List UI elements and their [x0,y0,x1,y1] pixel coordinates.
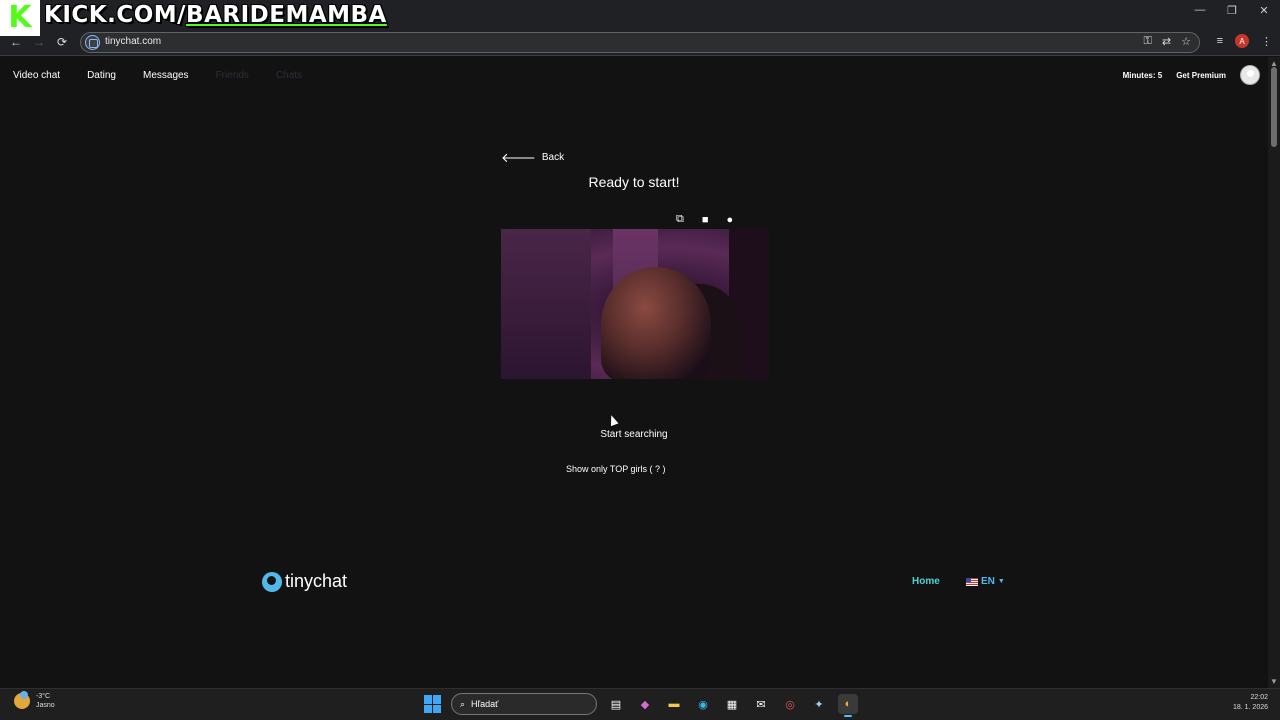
weather-widget[interactable]: -3°C Jasno [14,691,55,710]
app-icon[interactable]: ◎ [780,694,800,714]
edge-icon[interactable]: ◉ [693,694,713,714]
omnibox-actions: ⚿ ⇄ ☆ [1144,35,1191,48]
weather-icon [14,691,30,709]
language-selector[interactable]: EN ▼ [966,576,1005,587]
close-icon[interactable]: ✕ [1248,4,1280,17]
browser-toolbar: ← → ⟳ tinychat.com ⚿ ⇄ ☆ ≡ A ⋮ [0,30,1280,56]
minutes-counter: Minutes: 5 [1122,70,1163,80]
camera-controls: ⧉ ■ ● [676,213,733,226]
start-searching-button[interactable]: Start searching [0,429,1268,440]
top-nav: Video chat Dating Messages Friends Chats [13,70,302,81]
bookmark-star-icon[interactable]: ☆ [1181,35,1191,48]
overlay-prefix: KICK.COM/ [44,2,187,28]
tinychat-logo-icon [262,571,282,592]
us-flag-icon [966,577,978,586]
footer-logo[interactable]: tinychat [262,571,347,592]
language-code: EN [981,576,995,587]
reload-icon[interactable]: ⟳ [57,35,67,49]
site-info-icon[interactable] [85,35,100,50]
taskbar-apps: ⌕ Hľadať ▤ ◆ ▬ ◉ ▦ ✉ ◎ ✦ ◐ [424,693,858,717]
clock-date: 18. 1. 2026 [1232,704,1268,711]
store-icon[interactable]: ▦ [722,694,742,714]
menu-kebab-icon[interactable]: ⋮ [1261,35,1272,48]
video-camera-icon[interactable]: ■ [702,214,709,226]
taskbar: -3°C Jasno ⌕ Hľadať ▤ ◆ ▬ ◉ ▦ ✉ ◎ ✦ ◐ 22… [0,688,1280,720]
temperature: -3°C [36,693,51,700]
search-icon: ⌕ [460,698,466,709]
webcam-preview [501,229,769,379]
caret-down-icon: ▼ [997,578,1005,585]
mouse-cursor-icon [607,413,619,427]
file-explorer-icon[interactable]: ▬ [664,694,684,714]
top-girls-filter[interactable]: Show only TOP girls ( ? ) [566,464,666,474]
back-button[interactable]: 🡐 Back [501,151,564,164]
stream-overlay-text: KICK.COM/BARIDEMAMBA [44,2,387,28]
minimize-icon[interactable]: — [1184,4,1216,17]
password-key-icon[interactable]: ⚿ [1144,35,1152,48]
mirror-icon[interactable]: ⧉ [676,213,684,226]
back-nav-icon[interactable]: ← [10,35,22,49]
windows-start-icon[interactable] [424,695,442,713]
nav-video-chat[interactable]: Video chat [13,70,60,81]
search-placeholder: Hľadať [471,699,499,709]
weather-condition: Jasno [36,702,55,709]
steam-icon[interactable]: ✦ [809,694,829,714]
user-avatar[interactable] [1240,65,1260,85]
microphone-icon[interactable]: ● [727,214,734,226]
address-url[interactable]: tinychat.com [105,36,161,47]
scroll-down-icon[interactable]: ▼ [1270,677,1278,686]
clock-time: 22:02 [1250,694,1268,701]
nav-dating[interactable]: Dating [87,70,116,81]
system-clock[interactable]: 22:02 18. 1. 2026 [1233,693,1268,713]
profile-avatar[interactable]: A [1235,34,1249,48]
footer-home-link[interactable]: Home [912,576,940,587]
maximize-icon[interactable]: ❐ [1216,4,1248,17]
translate-icon[interactable]: ⇄ [1162,35,1171,48]
nav-faded-item[interactable]: Friends [216,70,249,81]
chrome-icon[interactable]: ◐ [838,694,858,717]
scroll-thumb[interactable] [1271,67,1277,147]
window-controls: — ❐ ✕ [1184,4,1280,17]
page: Video chat Dating Messages Friends Chats… [0,57,1268,688]
page-scrollbar[interactable]: ▲ ▼ [1268,57,1280,688]
nav-faded-item[interactable]: Chats [276,70,302,81]
nav-messages[interactable]: Messages [143,70,189,81]
address-bar[interactable]: tinychat.com ⚿ ⇄ ☆ [80,32,1200,53]
page-title: Ready to start! [588,174,680,190]
taskbar-search[interactable]: ⌕ Hľadať [451,693,597,715]
overlay-name: BARIDEMAMBA [186,2,387,28]
forward-nav-icon[interactable]: → [33,35,45,49]
back-label: Back [541,152,565,163]
mail-icon[interactable]: ✉ [751,694,771,714]
brand-name: tinychat [285,571,348,591]
copilot-icon[interactable]: ◆ [635,694,655,714]
kick-logo: K [0,0,40,36]
task-view-icon[interactable]: ▤ [606,694,626,714]
get-premium-link[interactable]: Get Premium [1176,71,1226,80]
media-list-icon[interactable]: ≡ [1217,35,1223,47]
toolbar-right: ≡ A ⋮ [1217,34,1272,48]
account-area: Minutes: 5 Get Premium [1123,65,1260,85]
arrow-left-icon: 🡐 [501,150,536,165]
